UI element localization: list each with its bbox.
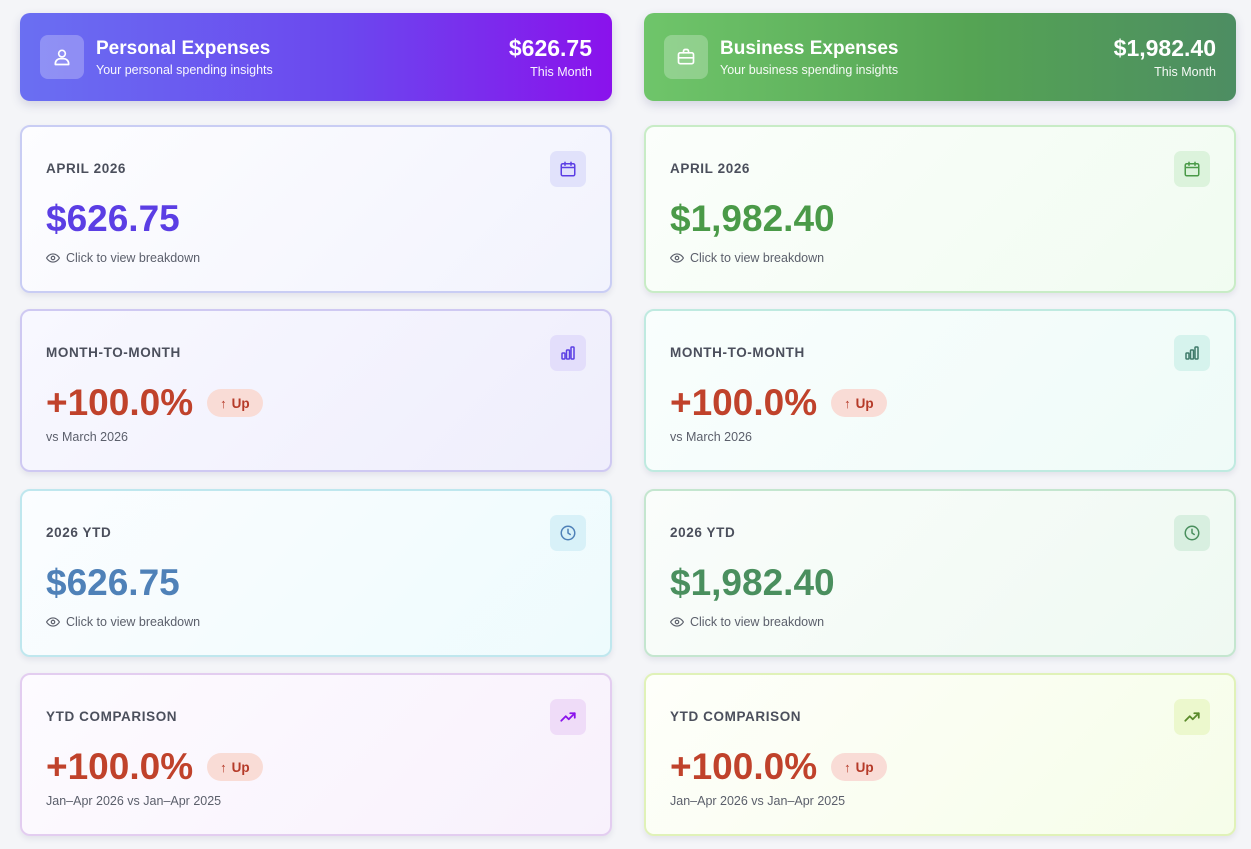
business-header-left: Business Expenses Your business spending… (664, 35, 898, 79)
business-month-label: APRIL 2026 (670, 161, 751, 176)
business-ytd-comparison-footer: Jan–Apr 2026 vs Jan–Apr 2025 (670, 794, 846, 808)
personal-month-footer: Click to view breakdown (46, 251, 200, 265)
personal-header-amount: $626.75 (508, 35, 592, 61)
expenses-dashboard: Personal Expenses Your personal spending… (0, 0, 1251, 849)
personal-ytd-comparison-badge: ↑ Up (207, 753, 263, 781)
business-ytd-card[interactable]: 2026 YTD $1,982.40 Click to view breakdo… (644, 489, 1236, 657)
business-month-card[interactable]: APRIL 2026 $1,982.40 Click to view break… (644, 125, 1236, 293)
personal-header-left: Personal Expenses Your personal spending… (40, 35, 273, 79)
personal-mtm-badge: ↑ Up (207, 389, 263, 417)
personal-mtm-card: MONTH-TO-MONTH +100.0% ↑ Up vs March 2026 (20, 309, 612, 472)
arrow-up-icon: ↑ (844, 395, 851, 411)
arrow-up-icon: ↑ (844, 759, 851, 775)
business-mtm-badge: ↑ Up (831, 389, 887, 417)
personal-ytd-card[interactable]: 2026 YTD $626.75 Click to view breakdown (20, 489, 612, 657)
personal-ytd-comparison-value: +100.0% (46, 746, 194, 787)
business-month-footer-text: Click to view breakdown (690, 251, 825, 265)
business-mtm-footer: vs March 2026 (670, 430, 752, 444)
personal-header-title: Personal Expenses (96, 37, 271, 59)
personal-ytd-footer-text: Click to view breakdown (66, 615, 201, 629)
personal-ytd-value: $626.75 (46, 562, 180, 603)
business-header-amount: $1,982.40 (1113, 35, 1216, 61)
business-ytd-comparison-label: YTD COMPARISON (670, 709, 802, 724)
personal-header-total: $626.75 This Month (509, 35, 592, 79)
personal-mtm-footer: vs March 2026 (46, 430, 128, 444)
personal-ytd-comparison-badge-text: Up (231, 759, 250, 775)
business-ytd-footer-text: Click to view breakdown (690, 615, 825, 629)
clock-icon (1174, 515, 1210, 551)
business-ytd-comparison-badge: ↑ Up (831, 753, 887, 781)
eye-icon (46, 617, 60, 627)
user-icon (40, 35, 84, 79)
eye-icon (46, 253, 60, 263)
personal-month-label: APRIL 2026 (46, 161, 127, 176)
business-ytd-comparison-value-row: +100.0% ↑ Up (670, 747, 887, 787)
business-ytd-comparison-card: YTD COMPARISON +100.0% ↑ Up Jan–Apr 2026 … (644, 673, 1236, 836)
business-ytd-comparison-badge-text: Up (855, 759, 874, 775)
business-header-title: Business Expenses (720, 37, 899, 59)
personal-month-card[interactable]: APRIL 2026 $626.75 Click to view breakdo… (20, 125, 612, 293)
business-header: Business Expenses Your business spending… (644, 13, 1236, 101)
trending-up-icon (550, 699, 586, 735)
personal-ytd-comparison-value-row: +100.0% ↑ Up (46, 747, 263, 787)
personal-mtm-value-row: +100.0% ↑ Up (46, 383, 263, 423)
business-column: Business Expenses Your business spending… (644, 0, 1236, 836)
arrow-up-icon: ↑ (220, 759, 227, 775)
business-header-period: This Month (1154, 65, 1216, 79)
personal-ytd-footer: Click to view breakdown (46, 615, 200, 629)
clock-icon (550, 515, 586, 551)
personal-month-value: $626.75 (46, 198, 180, 239)
personal-mtm-label: MONTH-TO-MONTH (46, 345, 181, 360)
personal-mtm-badge-text: Up (231, 395, 250, 411)
personal-ytd-label: 2026 YTD (46, 525, 112, 540)
business-mtm-card: MONTH-TO-MONTH +100.0% ↑ Up vs March 2026 (644, 309, 1236, 472)
trending-up-icon (1174, 699, 1210, 735)
business-month-value: $1,982.40 (670, 198, 835, 239)
business-mtm-badge-text: Up (855, 395, 874, 411)
business-ytd-footer: Click to view breakdown (670, 615, 824, 629)
personal-ytd-comparison-label: YTD COMPARISON (46, 709, 178, 724)
personal-header: Personal Expenses Your personal spending… (20, 13, 612, 101)
business-mtm-value-row: +100.0% ↑ Up (670, 383, 887, 423)
bar-chart-icon (550, 335, 586, 371)
business-ytd-comparison-value: +100.0% (670, 746, 818, 787)
personal-ytd-comparison-footer: Jan–Apr 2026 vs Jan–Apr 2025 (46, 794, 222, 808)
business-mtm-label: MONTH-TO-MONTH (670, 345, 805, 360)
business-header-total: $1,982.40 This Month (1114, 35, 1216, 79)
personal-mtm-value: +100.0% (46, 382, 194, 423)
calendar-icon (550, 151, 586, 187)
arrow-up-icon: ↑ (220, 395, 227, 411)
eye-icon (670, 617, 684, 627)
personal-month-footer-text: Click to view breakdown (66, 251, 201, 265)
personal-column: Personal Expenses Your personal spending… (20, 0, 612, 836)
personal-header-period: This Month (530, 65, 592, 79)
bar-chart-icon (1174, 335, 1210, 371)
personal-ytd-comparison-card: YTD COMPARISON +100.0% ↑ Up Jan–Apr 2026 … (20, 673, 612, 836)
briefcase-icon (664, 35, 708, 79)
eye-icon (670, 253, 684, 263)
calendar-icon (1174, 151, 1210, 187)
business-ytd-label: 2026 YTD (670, 525, 736, 540)
business-header-subtitle: Your business spending insights (720, 62, 899, 77)
business-mtm-value: +100.0% (670, 382, 818, 423)
business-month-footer: Click to view breakdown (670, 251, 824, 265)
personal-header-subtitle: Your personal spending insights (96, 62, 273, 77)
business-ytd-value: $1,982.40 (670, 562, 835, 603)
